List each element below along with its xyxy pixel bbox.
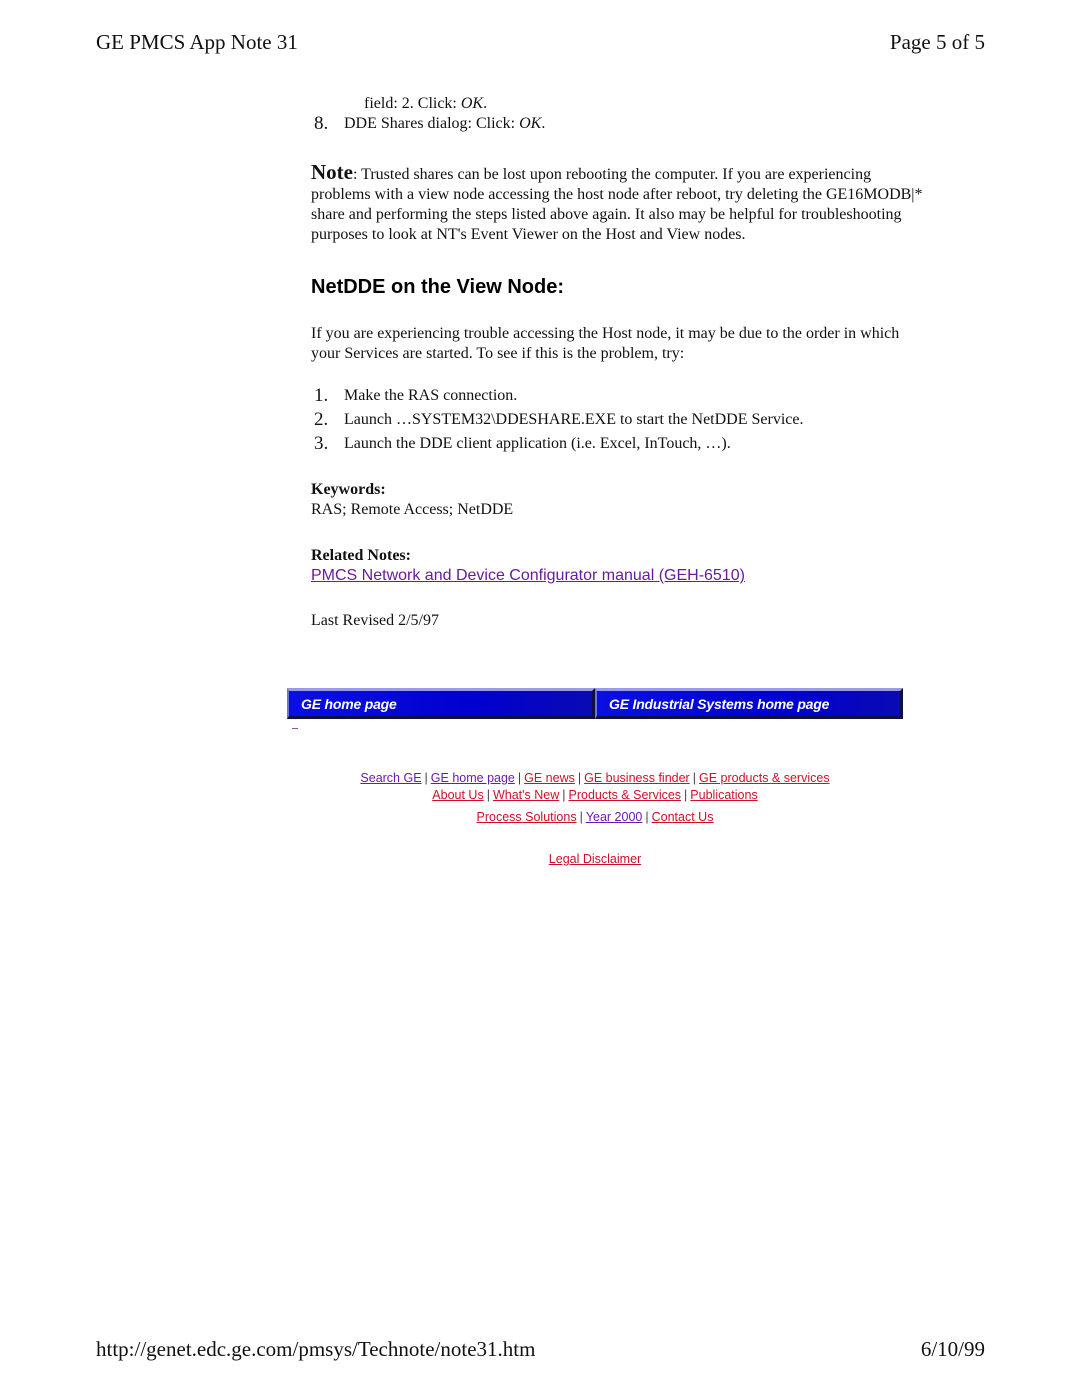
section-heading: NetDDE on the View Node:: [311, 276, 564, 298]
keywords-value: RAS; Remote Access; NetDDE: [311, 501, 514, 518]
footer-links-row-1: Search GE | GE home page | GE news | GE busine…: [360, 771, 830, 785]
footer-links-row-4: Legal Disclaimer: [0, 852, 1080, 866]
keywords-label: Keywords:: [311, 481, 386, 498]
link-search-ge[interactable]: Search GE: [360, 771, 421, 785]
related-notes-label: Related Notes:: [311, 547, 411, 564]
related-note-link[interactable]: PMCS Network and Device Configurator man…: [311, 567, 745, 584]
print-date: 6/10/99: [920, 1337, 985, 1361]
link-products-services[interactable]: Products & Services: [569, 788, 682, 802]
footer-links-row-3: Process Solutions | Year 2000 | Contact Us: [476, 810, 714, 824]
small-link-dash[interactable]: [292, 728, 298, 729]
note-paragraph: Note: Trusted shares can be lost upon re…: [311, 160, 923, 244]
banner-ge-home[interactable]: GE home page: [287, 688, 595, 719]
main-content: field: 2. Click: OK. 8. DDE Shares dialo…: [311, 94, 931, 631]
ge-industrial-systems-home-button[interactable]: GE Industrial Systems home page: [595, 688, 903, 719]
link-ge-home-page[interactable]: GE home page: [431, 771, 515, 785]
list-item: 3. Launch the DDE client application (i.…: [314, 433, 731, 454]
link-publications[interactable]: Publications: [690, 788, 757, 802]
link-about-us[interactable]: About Us: [432, 788, 483, 802]
steps-list: 1. Make the RAS connection. 2. Launch …S…: [291, 386, 931, 454]
link-ge-business-finder[interactable]: GE business finder: [584, 771, 690, 785]
note-label: Note: [311, 160, 353, 184]
link-year-2000[interactable]: Year 2000: [586, 810, 643, 824]
page-number: Page 5 of 5: [889, 30, 985, 54]
last-revised: Last Revised 2/5/97: [311, 612, 439, 629]
banner-gis-home[interactable]: GE Industrial Systems home page: [595, 688, 903, 719]
step-8: 8. DDE Shares dialog: Click: OK.: [291, 114, 931, 134]
section-intro: If you are experiencing trouble accessin…: [311, 325, 900, 362]
link-legal-disclaimer[interactable]: Legal Disclaimer: [549, 852, 641, 866]
step-7-continuation: field: 2. Click: OK.: [364, 95, 488, 112]
step-number: 8.: [314, 113, 329, 134]
link-ge-news[interactable]: GE news: [524, 771, 575, 785]
ge-home-page-button[interactable]: GE home page: [287, 688, 595, 719]
link-process-solutions[interactable]: Process Solutions: [477, 810, 577, 824]
link-ge-products-services[interactable]: GE products & services: [699, 771, 830, 785]
link-contact-us[interactable]: Contact Us: [652, 810, 714, 824]
footer-links-row-2: About Us | What's New | Products & Services |…: [432, 788, 758, 802]
page-url: http://genet.edc.ge.com/pmsys/Technote/n…: [96, 1337, 536, 1361]
link-whats-new[interactable]: What's New: [493, 788, 559, 802]
list-item: 2. Launch …SYSTEM32\DDESHARE.EXE to star…: [314, 409, 804, 430]
document-title: GE PMCS App Note 31: [96, 30, 298, 54]
list-item: 1. Make the RAS connection.: [314, 385, 518, 406]
